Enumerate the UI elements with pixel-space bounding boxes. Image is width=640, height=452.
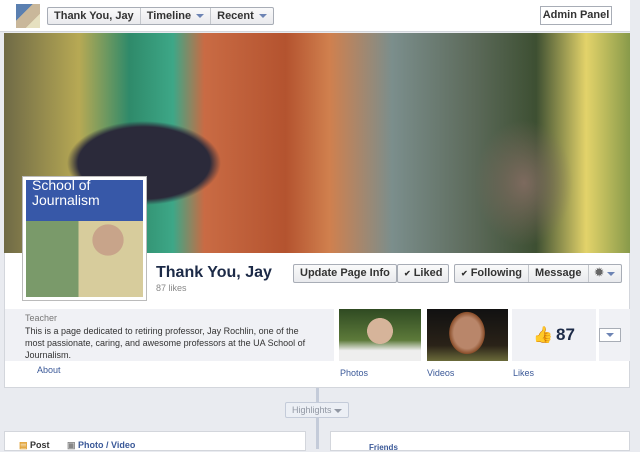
crumb-timeline[interactable]: Timeline (141, 8, 212, 24)
page-thumbnail[interactable] (16, 4, 40, 28)
likes-count: 87 likes (156, 283, 187, 293)
videos-link[interactable]: Videos (427, 368, 454, 378)
thumbs-up-icon: 👍 (533, 327, 553, 344)
check-icon: ✔ (461, 269, 468, 278)
photos-link[interactable]: Photos (340, 368, 368, 378)
videos-tile[interactable] (427, 309, 508, 361)
crumb-recent[interactable]: Recent (211, 8, 273, 24)
message-button[interactable]: Message (529, 265, 589, 282)
timeline-spine (316, 388, 319, 449)
photo-video-tab[interactable]: ▣ Photo / Video (67, 440, 135, 451)
page-title: Thank You, Jay (156, 264, 272, 281)
friends-box: Friends (330, 431, 630, 452)
check-icon: ✔ (404, 269, 411, 278)
composer: ▤ Post ▣ Photo / Video (4, 431, 306, 451)
post-tab[interactable]: ▤ Post (19, 440, 50, 451)
likes-link[interactable]: Likes (513, 368, 534, 378)
chevron-down-icon (606, 333, 614, 337)
settings-button[interactable]: ✹ (589, 265, 621, 282)
chevron-down-icon (606, 271, 615, 276)
gear-icon: ✹ (594, 267, 604, 279)
category: Teacher (25, 313, 58, 323)
profile-picture[interactable]: School of Journalism (22, 176, 147, 301)
top-bar: Thank You, Jay Timeline Recent Admin Pan… (0, 0, 630, 32)
liked-button[interactable]: ✔ Liked (397, 264, 450, 283)
likes-tile[interactable]: 👍 87 (512, 309, 596, 361)
description: This is a page dedicated to retiring pro… (25, 326, 306, 360)
more-apps-button[interactable] (599, 328, 621, 342)
admin-panel-button[interactable]: Admin Panel (540, 6, 612, 25)
about-section: Teacher This is a page dedicated to reti… (5, 309, 334, 361)
action-group: ✔ Following Message ✹ (454, 264, 622, 283)
highlights-dropdown[interactable]: Highlights (285, 402, 349, 418)
about-link[interactable]: About (37, 365, 61, 375)
breadcrumb: Thank You, Jay Timeline Recent (47, 7, 274, 25)
following-button[interactable]: ✔ Following (455, 265, 530, 282)
friends-link[interactable]: Friends (369, 443, 398, 452)
chevron-down-icon (258, 14, 267, 18)
update-page-info-button[interactable]: Update Page Info (293, 264, 397, 283)
chevron-down-icon (196, 14, 205, 18)
crumb-page[interactable]: Thank You, Jay (48, 8, 141, 24)
photos-tile[interactable] (339, 309, 421, 361)
chevron-down-icon (334, 409, 343, 413)
